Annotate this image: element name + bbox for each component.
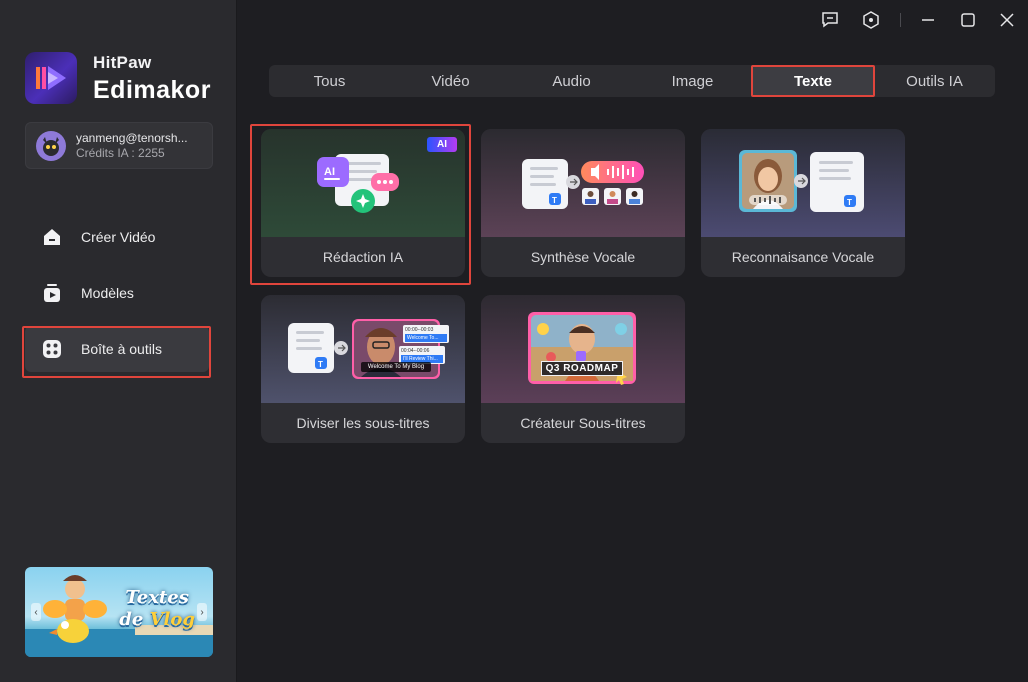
- promo-line2: de Vlog: [119, 609, 195, 631]
- promo-line1: Textes: [125, 587, 189, 608]
- card-thumbnail: T 00:00--00:03 Welcome To... 00:04--00:0…: [261, 295, 465, 403]
- tool-card-diviser-sous-titres[interactable]: T 00:00--00:03 Welcome To... 00:04--00:0…: [261, 295, 465, 443]
- tool-card-synthese-vocale[interactable]: T Synthèse Vocale: [481, 129, 685, 277]
- promo-banner[interactable]: ‹ › Textes de Vlog: [25, 567, 213, 657]
- tab-tous[interactable]: Tous: [269, 65, 390, 97]
- subtitle-creator-illustration-icon: [528, 312, 636, 385]
- nav-label: Modèles: [81, 285, 134, 301]
- caption-text-1: Welcome To...: [405, 334, 447, 342]
- subtitle-overlay: Q3 ROADMAP: [541, 361, 623, 376]
- edimakor-logo-icon: [25, 52, 77, 104]
- nav-label: Créer Vidéo: [81, 229, 156, 245]
- svg-text:T: T: [318, 360, 323, 369]
- category-tabs: Tous Vidéo Audio Image Texte Outils IA: [269, 65, 995, 97]
- home-icon: [40, 225, 64, 249]
- tab-audio[interactable]: Audio: [511, 65, 632, 97]
- feedback-icon[interactable]: [818, 8, 842, 32]
- card-highlight-box: [250, 124, 471, 285]
- nav-highlight-box: [22, 326, 211, 378]
- tab-video[interactable]: Vidéo: [390, 65, 511, 97]
- nav-item-creer-video[interactable]: Créer Vidéo: [25, 214, 209, 260]
- account-card[interactable]: yanmeng@tenorsh... Crédits IA : 2255: [25, 122, 213, 169]
- brand-sub: HitPaw: [93, 52, 152, 72]
- card-label: Reconnaisance Vocale: [731, 249, 875, 265]
- promo-title: Textes de Vlog: [119, 587, 195, 631]
- svg-text:T: T: [847, 198, 852, 207]
- card-thumbnail: T: [481, 129, 685, 237]
- tab-image[interactable]: Image: [632, 65, 753, 97]
- promo-prev-arrow-icon[interactable]: ‹: [31, 603, 41, 621]
- tab-texte[interactable]: Texte: [751, 65, 875, 97]
- nav-item-modeles[interactable]: Modèles: [25, 270, 209, 316]
- card-label: Diviser les sous-titres: [296, 415, 430, 431]
- promo-line2-a: de: [119, 609, 150, 630]
- card-label: Créateur Sous-titres: [520, 415, 646, 431]
- caption-time-2: 00:04--00:06: [401, 348, 430, 354]
- brand-name: Edimakor: [93, 75, 211, 104]
- tab-outils-ia[interactable]: Outils IA: [874, 65, 995, 97]
- maximize-icon[interactable]: [956, 8, 980, 32]
- card-label: Synthèse Vocale: [530, 249, 636, 265]
- promo-next-arrow-icon[interactable]: ›: [197, 603, 207, 621]
- caption-chip-1: 00:00--00:03 Welcome To...: [403, 325, 449, 343]
- speech-to-text-illustration-icon: T: [739, 150, 864, 212]
- promo-line2-b: Vlog: [149, 609, 195, 630]
- text-to-speech-illustration-icon: T: [522, 159, 644, 209]
- templates-icon: [40, 281, 64, 305]
- brand: HitPaw Edimakor: [25, 52, 211, 104]
- minimize-icon[interactable]: [916, 8, 940, 32]
- tool-card-reconnaisance-vocale[interactable]: T Reconnaisance Vocale: [701, 129, 905, 277]
- close-icon[interactable]: [995, 8, 1019, 32]
- sidebar: HitPaw Edimakor yanmeng@tenorsh... Crédi…: [0, 0, 237, 682]
- account-email: yanmeng@tenorsh...: [76, 130, 188, 145]
- titlebar-divider: [900, 13, 901, 27]
- caption-time-1: 00:00--00:03: [405, 327, 434, 333]
- subtitle-overlay: Welcome To My Blog: [361, 362, 431, 372]
- svg-text:T: T: [552, 196, 557, 205]
- tool-card-createur-sous-titres[interactable]: Q3 ROADMAP Créateur Sous-titres: [481, 295, 685, 443]
- avatar: [36, 130, 66, 161]
- card-thumbnail: Q3 ROADMAP: [481, 295, 685, 403]
- settings-icon[interactable]: [859, 8, 883, 32]
- card-thumbnail: T: [701, 129, 905, 237]
- account-credits: Crédits IA : 2255: [76, 145, 165, 160]
